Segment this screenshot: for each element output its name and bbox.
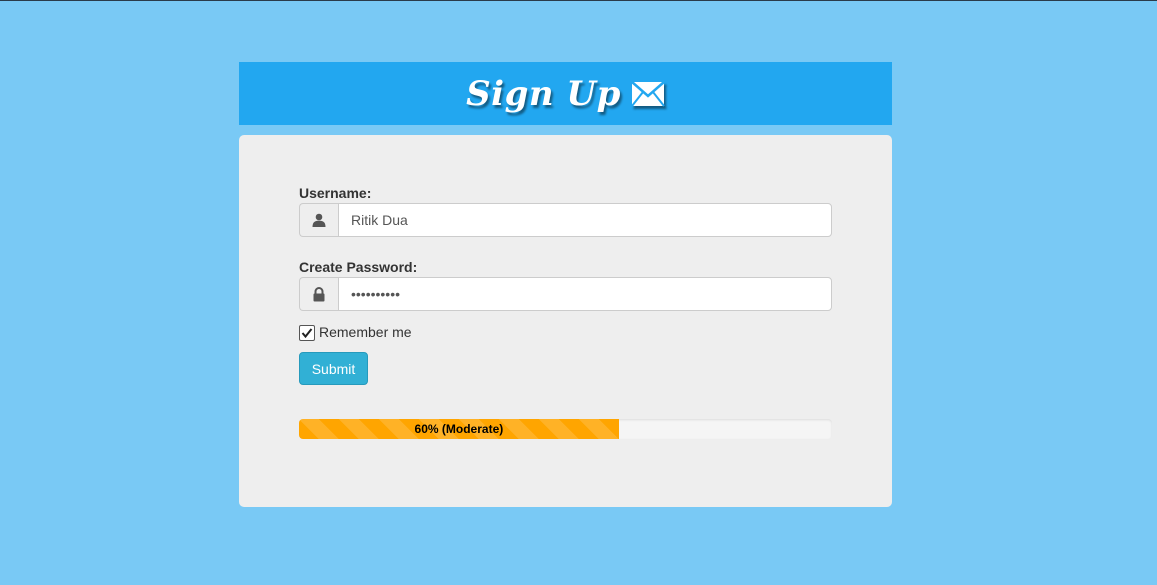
password-input-group <box>299 277 832 311</box>
username-label: Username: <box>299 185 372 201</box>
password-label: Create Password: <box>299 259 418 275</box>
remember-me-row[interactable]: Remember me <box>299 323 412 341</box>
page-title: Sign Up <box>466 74 665 114</box>
password-strength-label: 60% (Moderate) <box>414 422 504 436</box>
signup-form-panel: Username: Create Password: Remember me S… <box>239 135 892 507</box>
password-strength-meter: 60% (Moderate) <box>299 419 832 439</box>
remember-me-checkbox[interactable] <box>299 325 315 341</box>
password-strength-bar: 60% (Moderate) <box>299 419 619 439</box>
username-input[interactable] <box>338 203 832 237</box>
username-input-group <box>299 203 832 237</box>
password-input[interactable] <box>338 277 832 311</box>
checkmark-icon <box>301 328 313 339</box>
page-title-text: Sign Up <box>466 73 621 114</box>
submit-button[interactable]: Submit <box>299 352 368 385</box>
signup-header: Sign Up <box>239 62 892 125</box>
remember-me-label: Remember me <box>319 324 412 340</box>
user-icon <box>299 203 338 237</box>
lock-icon <box>299 277 338 311</box>
envelope-icon <box>631 80 665 107</box>
